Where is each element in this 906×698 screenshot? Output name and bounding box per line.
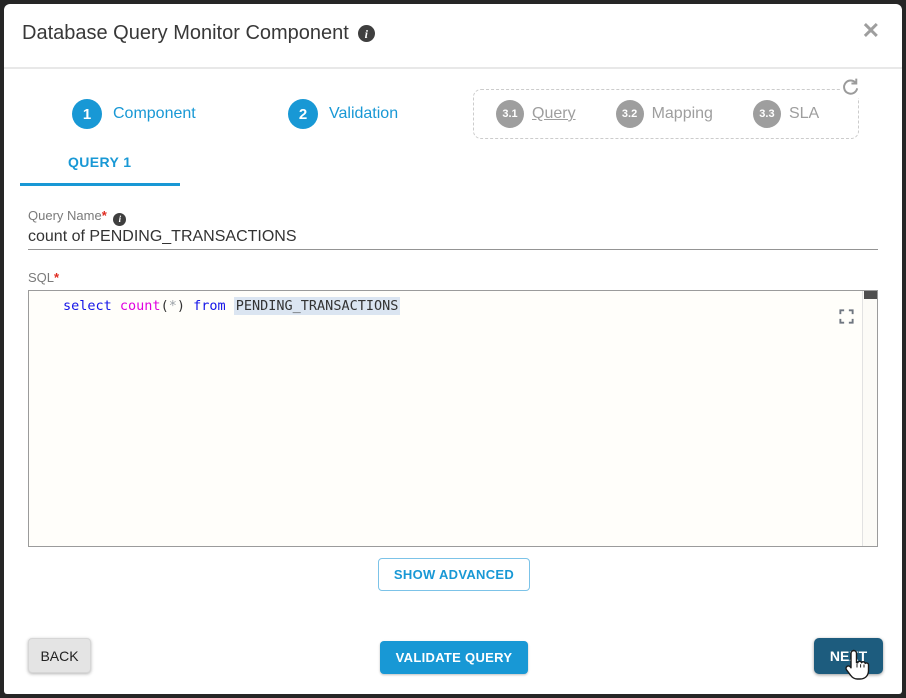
required-asterisk: * (54, 270, 59, 285)
step-number-badge: 1 (72, 99, 102, 129)
substep-number-badge: 3.3 (753, 100, 781, 128)
sql-code-editor[interactable]: select count(*) from PENDING_TRANSACTION… (28, 290, 878, 547)
tab-active-underline (20, 183, 180, 186)
wizard-step-component[interactable]: 1 Component (72, 99, 196, 129)
editor-scrollbar-thumb[interactable] (864, 291, 877, 299)
wizard-step-validation[interactable]: 2 Validation (288, 99, 398, 129)
validate-query-button[interactable]: VALIDATE QUERY (380, 641, 528, 674)
next-button[interactable]: NEXT (814, 638, 883, 674)
step-number-badge: 2 (288, 99, 318, 129)
step-label: Validation (329, 105, 398, 123)
dialog-title-text: Database Query Monitor Component (22, 22, 349, 45)
info-icon[interactable]: i (358, 25, 375, 42)
wizard-substep-mapping[interactable]: 3.2 Mapping (616, 100, 713, 128)
page-title: Database Query Monitor Component i (22, 22, 375, 45)
sql-label: SQL* (28, 270, 59, 285)
sql-code-line[interactable]: select count(*) from PENDING_TRANSACTION… (63, 298, 400, 314)
back-button[interactable]: BACK (28, 638, 91, 673)
substep-label: Query (532, 105, 576, 123)
step-label: Component (113, 105, 196, 123)
substep-number-badge: 3.1 (496, 100, 524, 128)
highlighted-token: PENDING_TRANSACTIONS (234, 297, 401, 315)
refresh-icon[interactable] (840, 76, 862, 98)
fullscreen-icon[interactable] (838, 308, 855, 325)
wizard-substep-query[interactable]: 3.1 Query (496, 100, 576, 128)
editor-scrollbar[interactable] (862, 291, 877, 546)
query-name-input[interactable] (28, 224, 878, 250)
database-query-monitor-dialog: Database Query Monitor Component i ✕ 1 C… (4, 4, 902, 694)
tab-query-1[interactable]: QUERY 1 (68, 154, 132, 170)
substep-label: SLA (789, 105, 819, 123)
required-asterisk: * (102, 208, 107, 223)
header-divider (4, 67, 902, 69)
substep-number-badge: 3.2 (616, 100, 644, 128)
wizard-substep-sla[interactable]: 3.3 SLA (753, 100, 819, 128)
substep-label: Mapping (652, 105, 713, 123)
close-icon[interactable]: ✕ (862, 20, 880, 42)
show-advanced-button[interactable]: SHOW ADVANCED (378, 558, 530, 591)
wizard-substeps-group: 3.1 Query 3.2 Mapping 3.3 SLA (473, 89, 859, 139)
